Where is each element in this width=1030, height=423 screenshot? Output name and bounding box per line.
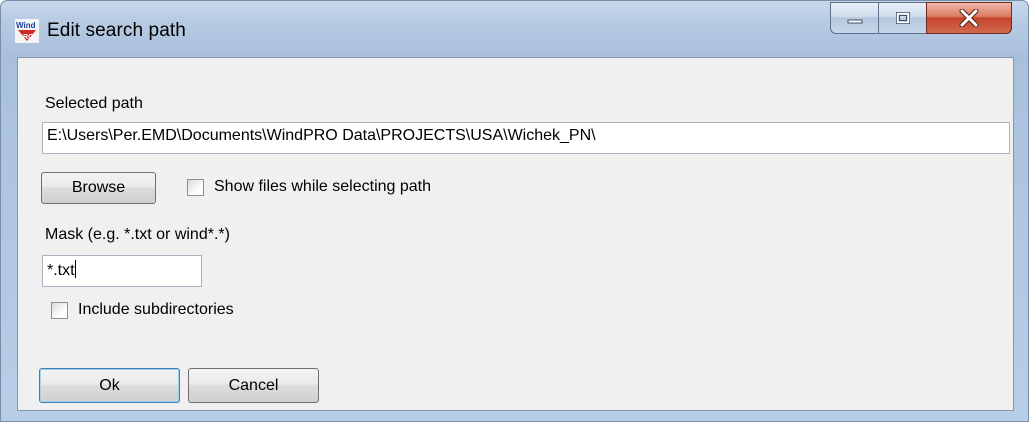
mask-input-value: *.txt — [47, 262, 75, 279]
minimize-button[interactable] — [830, 2, 878, 34]
windpro-logo-icon: Wind RO — [15, 19, 39, 43]
maximize-button[interactable] — [878, 2, 926, 34]
close-icon — [959, 9, 979, 27]
edit-search-path-dialog: Wind RO Edit search path Selected path E… — [0, 0, 1029, 422]
mask-input[interactable]: *.txt — [42, 255, 202, 287]
selected-path-label: Selected path — [45, 95, 143, 112]
maximize-icon — [895, 12, 910, 24]
title-bar[interactable]: Wind RO Edit search path — [1, 1, 1028, 57]
svg-text:RO: RO — [23, 34, 34, 41]
close-button[interactable] — [926, 2, 1012, 34]
mask-label: Mask (e.g. *.txt or wind*.*) — [45, 226, 230, 243]
caption-buttons — [830, 2, 1012, 36]
show-files-label: Show files while selecting path — [214, 178, 432, 195]
browse-button-label: Browse — [71, 179, 126, 196]
minimize-icon — [847, 19, 862, 24]
ok-button-label: Ok — [99, 376, 120, 394]
selected-path-field[interactable]: E:\Users\Per.EMD\Documents\WindPRO Data\… — [42, 122, 1010, 154]
text-cursor — [74, 260, 76, 278]
browse-button[interactable]: Browse — [41, 172, 156, 204]
include-subdirectories-label: Include subdirectories — [78, 301, 234, 318]
svg-text:Wind: Wind — [16, 21, 36, 30]
show-files-checkbox[interactable] — [187, 179, 204, 196]
dialog-body: Selected path E:\Users\Per.EMD\Documents… — [17, 57, 1014, 411]
cancel-button[interactable]: Cancel — [188, 368, 319, 403]
include-subdirectories-checkbox[interactable] — [51, 302, 68, 319]
window-title: Edit search path — [47, 20, 186, 41]
ok-button[interactable]: Ok — [39, 368, 180, 403]
cancel-button-label: Cancel — [228, 376, 279, 394]
